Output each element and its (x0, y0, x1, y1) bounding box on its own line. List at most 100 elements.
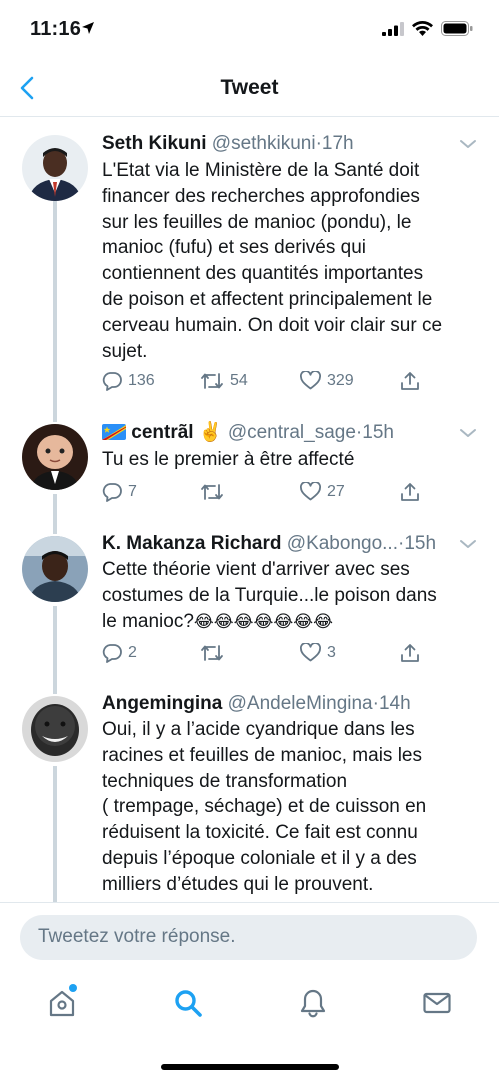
retweet-count: 54 (230, 372, 248, 389)
tab-notifications[interactable] (296, 986, 330, 1020)
avatar[interactable] (22, 696, 88, 762)
reply-button[interactable]: 136 (102, 371, 155, 391)
nav-header: Tweet (0, 60, 499, 117)
tweet-text-line: Oui, il y a l’acide cyandrique dans les (102, 719, 415, 740)
user-handle[interactable]: @central_sage (228, 422, 356, 443)
avatar[interactable] (22, 424, 88, 490)
reply-count: 136 (128, 372, 155, 389)
user-name[interactable]: K. Makanza Richard (102, 533, 282, 554)
user-handle[interactable]: @Kabongo... (287, 533, 398, 554)
tweet-text: Oui, il y a l’acide cyandrique dans les … (102, 717, 474, 898)
like-button[interactable]: 3 (300, 643, 336, 662)
avatar[interactable] (22, 536, 88, 602)
reply-count: 2 (128, 644, 137, 661)
wifi-icon (412, 21, 433, 36)
user-name[interactable]: Seth Kikuni (102, 133, 207, 154)
tweet-actions: 7 27 (102, 482, 474, 508)
retweet-icon (201, 484, 223, 500)
reply-button[interactable]: 7 (102, 482, 137, 502)
tweet-text-line: techniques de transformation (102, 770, 348, 792)
tweet-text-line: réduisent la toxicité. Ce fait est connu (102, 822, 418, 844)
tweet-time: 14h (378, 693, 411, 714)
tweet-text-line: milliers d’études qui le prouvent. (102, 873, 374, 895)
status-indicators (382, 21, 473, 36)
tweet-text-line: ( trempage, séchage) et de cuisson en (102, 796, 427, 818)
share-button[interactable] (400, 482, 420, 502)
tweet-item[interactable]: Seth Kikuni @sethkikuni·17h L'Etat via l… (0, 118, 499, 414)
tweet-time: 15h (362, 422, 394, 443)
reply-input[interactable]: Tweetez votre réponse. (20, 915, 477, 960)
tweet-time: 17h (321, 133, 354, 154)
thread-line (53, 414, 57, 422)
share-icon (401, 483, 419, 501)
thread-line (53, 766, 57, 902)
tweet-text-line: cerveau humain. On doit voir clair sur c… (102, 314, 443, 336)
like-button[interactable]: 27 (300, 482, 345, 501)
user-name[interactable]: Angemingina (102, 693, 222, 714)
share-button[interactable] (400, 371, 420, 391)
home-indicator[interactable] (161, 1064, 339, 1070)
tweet-header: K. Makanza Richard @Kabongo...·15h (102, 532, 451, 556)
chevron-down-icon[interactable] (459, 538, 477, 550)
tweet-header: centrãl ✌️ @central_sage·15h (102, 421, 451, 445)
tab-home[interactable] (45, 984, 79, 1020)
status-time: 11:16 (30, 18, 82, 40)
tweet-text-line: de poison et affectent principalement le (102, 288, 433, 310)
mail-icon (423, 992, 451, 1014)
tweet-time: 15h (404, 533, 437, 554)
avatar[interactable] (22, 135, 88, 201)
heart-icon (300, 643, 321, 662)
reply-bar: Tweetez votre réponse. (0, 902, 499, 972)
like-count: 27 (327, 482, 345, 500)
like-count: 3 (327, 643, 336, 661)
reply-icon (102, 483, 122, 502)
thread-line (53, 200, 57, 414)
retweet-icon (201, 373, 223, 389)
like-count: 329 (327, 371, 354, 389)
tweet-header: Seth Kikuni @sethkikuni·17h (102, 132, 451, 156)
search-icon (175, 990, 202, 1017)
tweet-text-line: manioc (fufu) et ses derivés qui (102, 237, 367, 259)
tweet-text-line: financer des recherches approfondies (102, 185, 420, 207)
drc-flag-icon (102, 424, 126, 440)
share-icon (401, 644, 419, 662)
thread-line (53, 494, 57, 520)
page-title: Tweet (220, 76, 279, 99)
tweet-text-line: racines et feuilles de manioc, mais les (102, 744, 422, 766)
chevron-down-icon[interactable] (459, 427, 477, 439)
retweet-button[interactable] (200, 482, 230, 502)
tweet-item[interactable]: centrãl ✌️ @central_sage·15h Tu es le pr… (0, 414, 499, 520)
tweet-text-segment: le manioc? (102, 610, 194, 632)
user-name[interactable]: centrãl (131, 422, 193, 443)
tweet-text: L'Etat via le Ministère de la Santé doit… (102, 158, 474, 364)
tab-messages[interactable] (420, 986, 454, 1020)
status-bar: 11:16 (0, 0, 499, 60)
tweet-item[interactable]: Angemingina @AndeleMingina·14h Oui, il y… (0, 686, 499, 902)
like-button[interactable]: 329 (300, 371, 354, 390)
tweet-text-line: le manioc?😂😂😂😂😂😂😂 (102, 609, 474, 635)
reply-icon (102, 372, 122, 391)
location-arrow-icon (82, 22, 94, 34)
thread-line (53, 520, 57, 534)
chevron-down-icon[interactable] (459, 138, 477, 150)
laughing-emoji-trail: 😂😂😂😂😂😂😂 (193, 611, 333, 631)
battery-icon (441, 21, 473, 36)
reply-button[interactable]: 2 (102, 643, 137, 663)
tweet-item[interactable]: K. Makanza Richard @Kabongo...·15h Cette… (0, 520, 499, 686)
reply-placeholder: Tweetez votre réponse. (38, 926, 236, 947)
share-button[interactable] (400, 643, 420, 663)
tweet-text: Cette théorie vient d'arriver avec ses c… (102, 557, 474, 634)
heart-icon (300, 482, 321, 501)
thread-line (53, 606, 57, 686)
reply-icon (102, 644, 122, 663)
heart-icon (300, 371, 321, 390)
tweet-text-line: costumes de la Turquie...le poison dans (102, 584, 437, 606)
tweet-actions: 2 3 (102, 643, 474, 669)
user-handle[interactable]: @AndeleMingina (228, 693, 373, 714)
tweet-text-line: depuis l’époque coloniale et il y a des (102, 847, 417, 869)
tab-search[interactable] (171, 986, 205, 1020)
retweet-button[interactable]: 54 (200, 371, 248, 391)
tweet-actions: 136 54 329 (102, 371, 474, 397)
user-handle[interactable]: @sethkikuni (212, 133, 316, 154)
retweet-button[interactable] (200, 643, 230, 663)
